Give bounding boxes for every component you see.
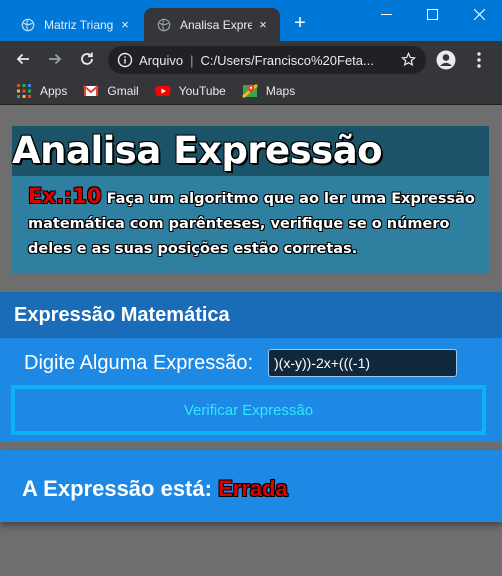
bookmark-maps[interactable]: Maps [241, 83, 296, 99]
gmail-icon [83, 83, 100, 99]
youtube-icon [155, 83, 171, 99]
tab-analisa-expressao[interactable]: Analisa Expressã × [144, 8, 280, 41]
forward-button[interactable] [43, 47, 67, 71]
new-tab-button[interactable]: + [288, 11, 312, 35]
profile-avatar-icon[interactable] [436, 50, 456, 70]
close-icon [473, 8, 485, 20]
close-icon[interactable]: × [252, 17, 274, 32]
maximize-icon [426, 8, 438, 20]
bookmark-gmail[interactable]: Gmail [83, 83, 139, 99]
address-url[interactable]: C:/Users/Francisco%20Feta... [200, 53, 375, 68]
bookmark-label: Gmail [107, 84, 139, 98]
menu-dots-icon[interactable] [470, 51, 488, 69]
expression-form: Expressão Matemática Digite Alguma Expre… [0, 292, 502, 442]
minimize-button[interactable] [363, 0, 409, 28]
address-separator: | [190, 52, 194, 68]
globe-icon [21, 18, 35, 32]
tab-label: Analisa Expressã [180, 17, 252, 32]
close-window-button[interactable] [456, 0, 502, 28]
bookmark-label: Maps [265, 84, 296, 98]
maps-icon [241, 83, 258, 99]
result-value: Errada [218, 476, 288, 501]
expression-input[interactable] [268, 349, 457, 377]
minimize-icon [380, 13, 392, 15]
reload-icon [81, 52, 93, 65]
star-icon[interactable] [401, 52, 416, 67]
site-label: Arquivo [139, 52, 184, 68]
result-text: A Expressão está: Errada [22, 476, 288, 502]
exercise-description: Ex.:10 Faça um algoritmo que ao ler uma … [28, 184, 476, 262]
bookmark-label: Apps [40, 84, 68, 98]
page-title: Analisa Expressão [12, 129, 383, 172]
bookmark-label: YouTube [178, 84, 226, 98]
tab-label: Matriz Triangula [44, 17, 114, 32]
bookmark-youtube[interactable]: YouTube [155, 83, 226, 99]
page-content: Analisa Expressão Ex.:10 Faça um algorit… [0, 106, 502, 576]
header-card: Analisa Expressão Ex.:10 Faça um algorit… [12, 126, 489, 274]
apps-grid-icon [16, 83, 32, 99]
browser-toolbar: Arquivo | C:/Users/Francisco%20Feta... [0, 41, 502, 78]
bookmarks-bar: Apps Gmail YouTube Maps [0, 78, 502, 105]
globe-icon [157, 18, 171, 32]
tab-matriz-triangular[interactable]: Matriz Triangula × [8, 8, 142, 41]
back-button[interactable] [11, 47, 35, 71]
forward-arrow-icon [49, 53, 62, 65]
back-arrow-icon [16, 53, 29, 65]
verify-button[interactable]: Verificar Expressão [11, 385, 486, 435]
info-icon[interactable] [117, 52, 133, 68]
bookmark-apps[interactable]: Apps [16, 83, 67, 99]
form-title: Expressão Matemática [14, 304, 230, 326]
expression-label: Digite Alguma Expressão: [24, 352, 254, 374]
window-titlebar: Matriz Triangula × Analisa Expressã × + [0, 0, 502, 41]
result-prefix: A Expressão está: [22, 476, 212, 501]
close-icon[interactable]: × [114, 17, 136, 32]
address-bar[interactable]: Arquivo | C:/Users/Francisco%20Feta... [108, 46, 426, 74]
maximize-button[interactable] [409, 0, 455, 28]
exercise-tag: Ex.:10 [28, 184, 102, 208]
reload-button[interactable] [75, 47, 99, 71]
result-card: A Expressão está: Errada [0, 450, 502, 522]
